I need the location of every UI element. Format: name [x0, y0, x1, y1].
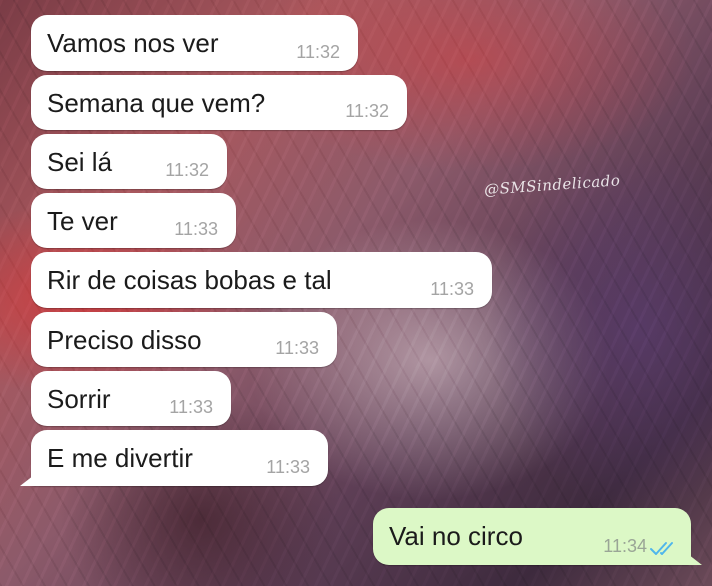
outgoing-message[interactable]: Vai no circo 11:34	[373, 508, 702, 565]
message-time: 11:32	[165, 160, 209, 180]
message-time: 11:33	[169, 397, 213, 417]
message-time: 11:33	[174, 219, 218, 239]
message-text: Rir de coisas bobas e tal	[47, 265, 332, 295]
message-time: 11:32	[296, 42, 340, 62]
message-time: 11:33	[430, 279, 474, 299]
message-text: Preciso disso	[47, 325, 202, 355]
message-text: Te ver	[47, 206, 118, 236]
incoming-message[interactable]: Sorrir 11:33	[31, 371, 231, 426]
message-text: Semana que vem?	[47, 88, 266, 118]
incoming-message[interactable]: Preciso disso 11:33	[31, 312, 337, 367]
incoming-message[interactable]: Te ver 11:33	[31, 193, 236, 248]
incoming-message[interactable]: Semana que vem? 11:32	[31, 75, 407, 130]
message-text: E me divertir	[47, 443, 193, 473]
message-text: Vamos nos ver	[47, 28, 219, 58]
incoming-message[interactable]: E me divertir 11:33	[20, 430, 328, 486]
message-text: Sorrir	[47, 384, 111, 414]
message-text: Vai no circo	[389, 521, 523, 551]
double-check-read-icon	[649, 539, 679, 557]
message-time: 11:32	[345, 101, 389, 121]
message-time: 11:33	[266, 457, 310, 477]
incoming-message[interactable]: Rir de coisas bobas e tal 11:33	[31, 252, 492, 308]
incoming-message[interactable]: Sei lá 11:32	[31, 134, 227, 189]
message-time: 11:33	[275, 338, 319, 358]
bubble-tail	[20, 472, 38, 486]
bubble-tail	[684, 551, 702, 565]
message-text: Sei lá	[47, 147, 113, 177]
message-time: 11:34	[603, 536, 647, 556]
incoming-message[interactable]: Vamos nos ver 11:32	[31, 15, 358, 71]
